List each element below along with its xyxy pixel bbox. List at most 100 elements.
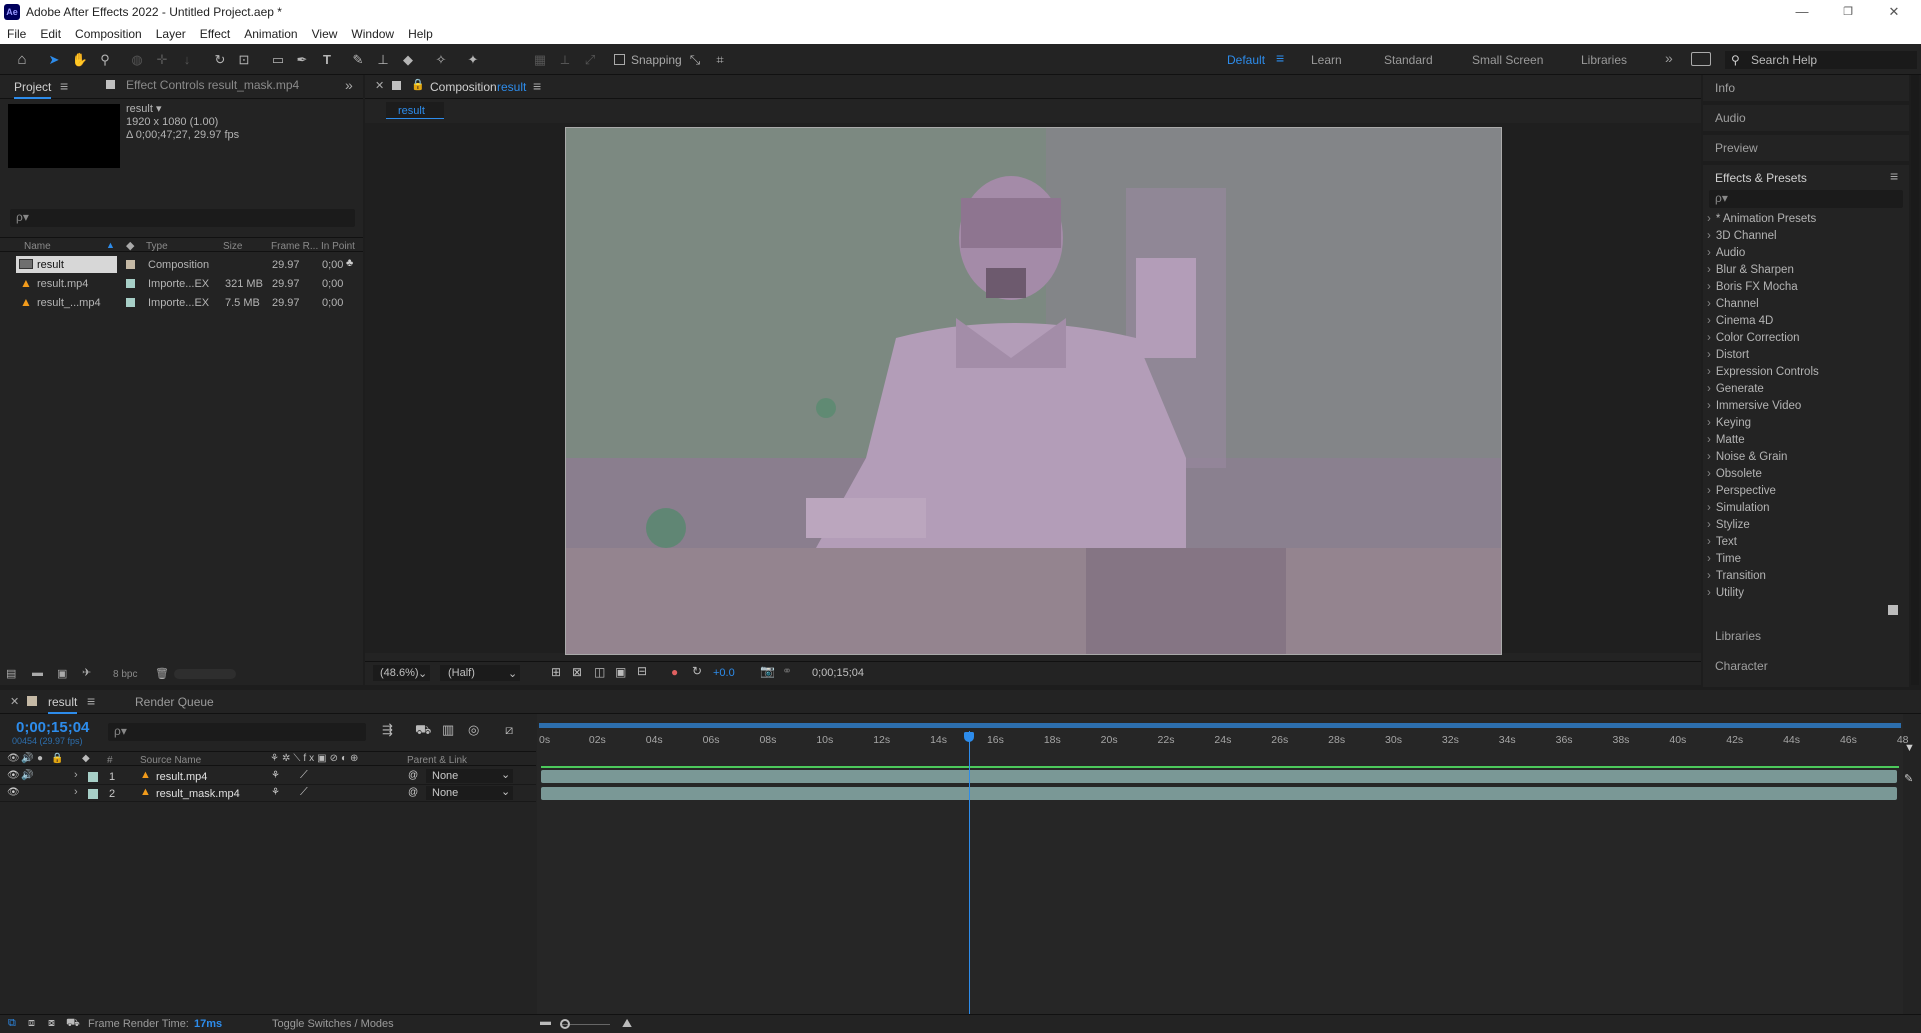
menu-window[interactable]: Window [344,24,401,41]
playhead-line[interactable] [969,731,971,1014]
project-row-result[interactable]: result Composition 29.97 0;00 ♣ [0,255,363,274]
col-frame-rate[interactable]: Frame R... [271,241,318,252]
workspace-menu-icon[interactable]: ≡ [1276,50,1284,66]
menu-file[interactable]: File [0,24,33,41]
tab-timeline-result[interactable]: result [48,695,78,714]
new-preset-icon[interactable] [1888,605,1898,615]
effects-category[interactable]: › Perspective [1707,485,1907,502]
workspace-learn[interactable]: Learn [1311,53,1342,67]
hand-tool-icon[interactable]: ✋ [70,50,90,70]
pick-whip-icon[interactable]: @ [408,770,418,781]
resolution-dropdown[interactable]: (Half) ⌄ [440,665,520,681]
rotate-tool-icon[interactable]: ↻ [210,50,230,70]
layer-switches-toggle-icon[interactable]: ⧉ [8,1017,16,1030]
bpc-label[interactable]: 8 bpc [113,669,137,680]
tab-render-queue[interactable]: Render Queue [135,695,214,709]
effects-category[interactable]: › Cinema 4D [1707,315,1907,332]
brush-tool-icon[interactable]: ✎ [348,50,368,70]
new-folder-icon[interactable]: ▬ [32,667,43,679]
effects-category[interactable]: › Stylize [1707,519,1907,536]
timeline-search-input[interactable]: ρ▾ [108,723,366,741]
layer-row-2[interactable]: 👁 › 2 ▲ result_mask.mp4 ⚘ ⟋ @ None ⌄ [0,785,536,802]
composition-frame[interactable] [565,127,1502,655]
world-axis-icon[interactable]: ⤢ [580,50,600,70]
effects-category[interactable]: › 3D Channel [1707,230,1907,247]
effects-category[interactable]: › Expression Controls [1707,366,1907,383]
libraries-panel-tab[interactable]: Libraries [1715,629,1761,643]
in-out-toggle-icon[interactable]: ⧇ [48,1017,55,1030]
pan-camera-icon[interactable]: ✛ [152,50,172,70]
effects-category[interactable]: › Blur & Sharpen [1707,264,1907,281]
minimize-button[interactable]: — [1779,2,1825,22]
type-tool-icon[interactable]: T [317,50,337,70]
project-menu-icon[interactable]: ≡ [60,78,68,94]
preview-panel-tab[interactable]: Preview [1715,141,1758,155]
effects-category[interactable]: › Generate [1707,383,1907,400]
tab-composition[interactable]: Composition [430,80,497,94]
layer-name[interactable]: result_mask.mp4 [156,788,240,800]
layer-name[interactable]: result.mp4 [156,771,207,783]
zoom-dropdown[interactable]: (48.6%) ⌄ [373,665,430,681]
transfer-controls-toggle-icon[interactable]: ⧈ [28,1017,35,1030]
eye-icon[interactable]: 👁 [7,787,20,798]
col-type[interactable]: Type [146,241,168,252]
layer-label-swatch[interactable] [88,789,98,799]
snapshot-camera-icon[interactable]: 📷 [760,664,775,678]
menu-help[interactable]: Help [401,24,440,41]
layer-row-1[interactable]: 👁 🔊 › 1 ▲ result.mp4 ⚘ ⟋ @ None ⌄ [0,768,536,785]
search-help-toggle-icon[interactable] [1691,52,1711,66]
lock-icon[interactable]: 🔒 [411,78,425,91]
viewer-timecode[interactable]: 0;00;15;04 [812,667,864,679]
shy-switch-icon[interactable]: ⚘ [271,770,280,781]
eye-icon[interactable]: 👁 [7,770,20,781]
eraser-tool-icon[interactable]: ◆ [398,50,418,70]
comp-button-icon[interactable]: ▼ [1904,742,1915,754]
puppet-pin-tool-icon[interactable]: ✦ [463,50,483,70]
menu-layer[interactable]: Layer [149,24,193,41]
effects-category[interactable]: › Transition [1707,570,1907,587]
col-name[interactable]: Name [24,241,51,252]
dolly-camera-icon[interactable]: ↓ [177,50,197,70]
col-source-name[interactable]: Source Name [140,755,201,766]
effects-search-input[interactable]: ρ▾ [1709,190,1903,208]
composition-mini-flowchart-icon[interactable]: ⇶ [382,722,393,738]
col-size[interactable]: Size [223,241,242,252]
render-time-toggle-icon[interactable]: ⛟ [66,1017,80,1031]
menu-view[interactable]: View [305,24,345,41]
menu-effect[interactable]: Effect [193,24,237,41]
workspace-default[interactable]: Default [1227,53,1265,67]
snap-edges-icon[interactable]: ⤡ [685,50,705,70]
pick-whip-icon[interactable]: @ [408,787,418,798]
selection-tool-icon[interactable]: ➤ [44,50,64,70]
effects-category[interactable]: › Simulation [1707,502,1907,519]
home-icon[interactable]: ⌂ [12,50,32,70]
layer-bar-1[interactable] [541,770,1897,783]
menu-animation[interactable]: Animation [237,24,304,41]
time-ruler[interactable]: 0s 02s 04s 06s 08s 10s 12s 14s 16s 18s 20s 22s 24s 26… [539,730,1909,750]
zoom-out-icon[interactable]: ▬ [540,1016,551,1028]
effects-category[interactable]: › Obsolete [1707,468,1907,485]
workspace-standard[interactable]: Standard [1384,53,1433,67]
chevron-right-icon[interactable]: › [74,786,78,798]
effects-category[interactable]: › Keying [1707,417,1907,434]
effects-category[interactable]: › Text [1707,536,1907,553]
search-help-input[interactable]: Search Help [1725,51,1917,69]
roto-brush-tool-icon[interactable]: ✧ [431,50,451,70]
rename-layer-icon[interactable]: ✎ [1904,772,1913,785]
transparency-grid-icon[interactable]: ⊠ [572,665,582,679]
effects-category[interactable]: › Noise & Grain [1707,451,1907,468]
exposure-value[interactable]: +0.0 [713,667,735,679]
tab-effect-controls[interactable]: Effect Controls result_mask.mp4 [126,78,299,92]
comp-menu-icon[interactable]: ≡ [533,78,541,94]
parent-dropdown[interactable]: None ⌄ [426,769,513,783]
close-button[interactable]: ✕ [1871,2,1917,22]
close-tab-icon[interactable]: ✕ [10,695,19,708]
layer-label-swatch[interactable] [88,772,98,782]
clone-stamp-tool-icon[interactable]: ⊥ [373,50,393,70]
mask-visibility-icon[interactable]: ◫ [594,665,605,679]
effects-category[interactable]: › * Animation Presets [1707,213,1907,230]
shy-switch-icon[interactable]: ⚘ [271,787,280,798]
time-graph[interactable] [537,714,1903,1014]
rectangle-tool-icon[interactable]: ▭ [268,50,288,70]
right-panel-scrollbar[interactable] [1911,75,1919,685]
